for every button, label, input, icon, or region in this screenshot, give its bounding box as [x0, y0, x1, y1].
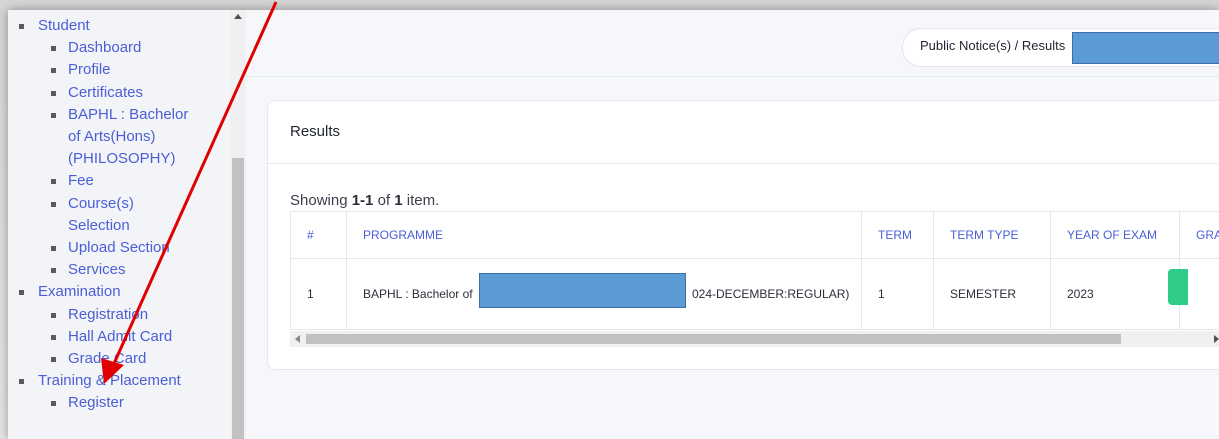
sidebar-item[interactable]: Fee	[8, 170, 230, 192]
sidebar-item[interactable]: Dashboard	[8, 37, 230, 59]
scroll-right-icon[interactable]	[1214, 335, 1219, 343]
sidebar-item-label[interactable]: Certificates	[68, 84, 143, 101]
column-header-number[interactable]: #	[290, 211, 347, 259]
card-title: Results	[290, 123, 341, 140]
redaction-box	[1072, 32, 1219, 64]
column-header-term-type[interactable]: TERM TYPE	[933, 211, 1051, 259]
sidebar-item-label[interactable]: BAPHL : Bachelor	[68, 106, 188, 123]
sidebar-item[interactable]: Registration	[8, 304, 230, 326]
sidebar-item[interactable]: Examination	[8, 281, 230, 303]
cell-term: 1	[861, 258, 934, 330]
summary-mid: of	[373, 192, 395, 209]
summary-total: 1	[394, 192, 403, 209]
cell-term-type: SEMESTER	[933, 258, 1051, 330]
bullet-icon	[51, 46, 56, 52]
summary-range: 1-1	[351, 192, 374, 209]
sidebar-item-label[interactable]: (PHILOSOPHY)	[68, 150, 176, 167]
table-row: 1 BAPHL : Bachelor of 024-DECEMBER:REGUL…	[290, 258, 1219, 330]
sidebar-scroll-thumb[interactable]	[232, 158, 244, 439]
bullet-icon	[19, 379, 24, 385]
results-summary: Showing 1-1 of 1 item.	[290, 192, 439, 209]
sidebar-item-label[interactable]: Training & Placement	[38, 372, 181, 389]
sidebar-item[interactable]: BAPHL : Bachelor	[8, 104, 230, 126]
screenshot-frame: Student Dashboard Profile Certificates BAPHL…	[0, 0, 1219, 439]
bullet-icon	[51, 68, 56, 74]
sidebar-item[interactable]: Hall Admit Card	[8, 326, 230, 348]
sidebar-item[interactable]: Register	[8, 392, 230, 414]
table-header-row: # PROGRAMME TERM TERM TYPE YEAR OF EXAM …	[290, 211, 1219, 259]
column-header-programme[interactable]: PROGRAMME	[346, 211, 862, 259]
table-scroll-thumb[interactable]	[306, 334, 1121, 344]
divider	[268, 163, 1219, 164]
bullet-icon	[51, 246, 56, 252]
sidebar-item[interactable]: Profile	[8, 59, 230, 81]
sidebar-item-label[interactable]: of Arts(Hons)	[68, 128, 156, 145]
sidebar-item-label[interactable]: Profile	[68, 61, 111, 78]
cell-number: 1	[290, 258, 347, 330]
bullet-icon	[51, 112, 56, 118]
table-horizontal-scrollbar[interactable]	[290, 331, 1219, 347]
cell-year: 2023	[1050, 258, 1180, 330]
sidebar-item[interactable]: Training & Placement	[8, 370, 230, 392]
sidebar-item[interactable]: Services	[8, 259, 230, 281]
bullet-icon	[51, 334, 56, 340]
browser-window: Student Dashboard Profile Certificates BAPHL…	[8, 10, 1219, 439]
view-grade-button[interactable]	[1168, 269, 1188, 305]
bullet-icon	[51, 179, 56, 185]
sidebar-item-label[interactable]: Register	[68, 394, 124, 411]
sidebar-item-label[interactable]: Fee	[68, 172, 94, 189]
sidebar-item[interactable]: Grade Card	[8, 348, 230, 370]
results-card: Results Showing 1-1 of 1 item. # PROGRAM…	[267, 100, 1219, 370]
sidebar-item[interactable]: Certificates	[8, 82, 230, 104]
column-header-year-of-exam[interactable]: YEAR OF EXAM	[1050, 211, 1180, 259]
sidebar-item[interactable]: Course(s)	[8, 193, 230, 215]
sidebar-item[interactable]: of Arts(Hons)	[8, 126, 230, 148]
sidebar-scrollbar[interactable]	[230, 10, 246, 439]
bullet-icon	[51, 201, 56, 207]
sidebar-item-label[interactable]: Course(s)	[68, 195, 134, 212]
bullet-icon	[51, 90, 56, 96]
summary-prefix: Showing	[290, 192, 352, 209]
redaction-box	[479, 273, 686, 308]
top-bar: Public Notice(s) / Results	[246, 10, 1219, 77]
programme-text-end: 024-DECEMBER:REGULAR)	[692, 287, 850, 301]
sidebar-item[interactable]: Selection	[8, 215, 230, 237]
sidebar-item-label[interactable]: Hall Admit Card	[68, 328, 172, 345]
column-header-term[interactable]: TERM	[861, 211, 934, 259]
breadcrumb-text[interactable]: Public Notice(s) / Results	[920, 38, 1065, 53]
bullet-icon	[19, 290, 24, 296]
sidebar-item[interactable]: (PHILOSOPHY)	[8, 148, 230, 170]
sidebar-item-label[interactable]: Dashboard	[68, 39, 141, 56]
sidebar-item-label[interactable]: Registration	[68, 306, 148, 323]
scroll-left-icon[interactable]	[295, 335, 300, 343]
results-table: # PROGRAMME TERM TERM TYPE YEAR OF EXAM …	[290, 211, 1219, 330]
sidebar-item[interactable]: Upload Section	[8, 237, 230, 259]
main-content: Public Notice(s) / Results Results Showi…	[246, 10, 1219, 439]
summary-suffix: item.	[402, 192, 440, 209]
bullet-icon	[51, 357, 56, 363]
bullet-icon	[51, 268, 56, 274]
programme-text-start: BAPHL : Bachelor of	[363, 287, 473, 301]
sidebar-nav: Student Dashboard Profile Certificates BAPHL…	[8, 15, 230, 415]
sidebar-item-label[interactable]: Selection	[68, 217, 130, 234]
bullet-icon	[51, 312, 56, 318]
sidebar-item-label[interactable]: Student	[38, 17, 90, 34]
sidebar-item-label[interactable]: Examination	[38, 283, 121, 300]
sidebar-item-label[interactable]: Grade Card	[68, 350, 146, 367]
sidebar-item-label[interactable]: Services	[68, 261, 126, 278]
scroll-up-icon[interactable]	[234, 14, 242, 19]
column-header-grade[interactable]: GRA	[1179, 211, 1219, 259]
bullet-icon	[51, 401, 56, 407]
sidebar-item-label[interactable]: Upload Section	[68, 239, 170, 256]
sidebar-item[interactable]: Student	[8, 15, 230, 37]
bullet-icon	[19, 24, 24, 29]
sidebar: Student Dashboard Profile Certificates BAPHL…	[8, 10, 247, 439]
